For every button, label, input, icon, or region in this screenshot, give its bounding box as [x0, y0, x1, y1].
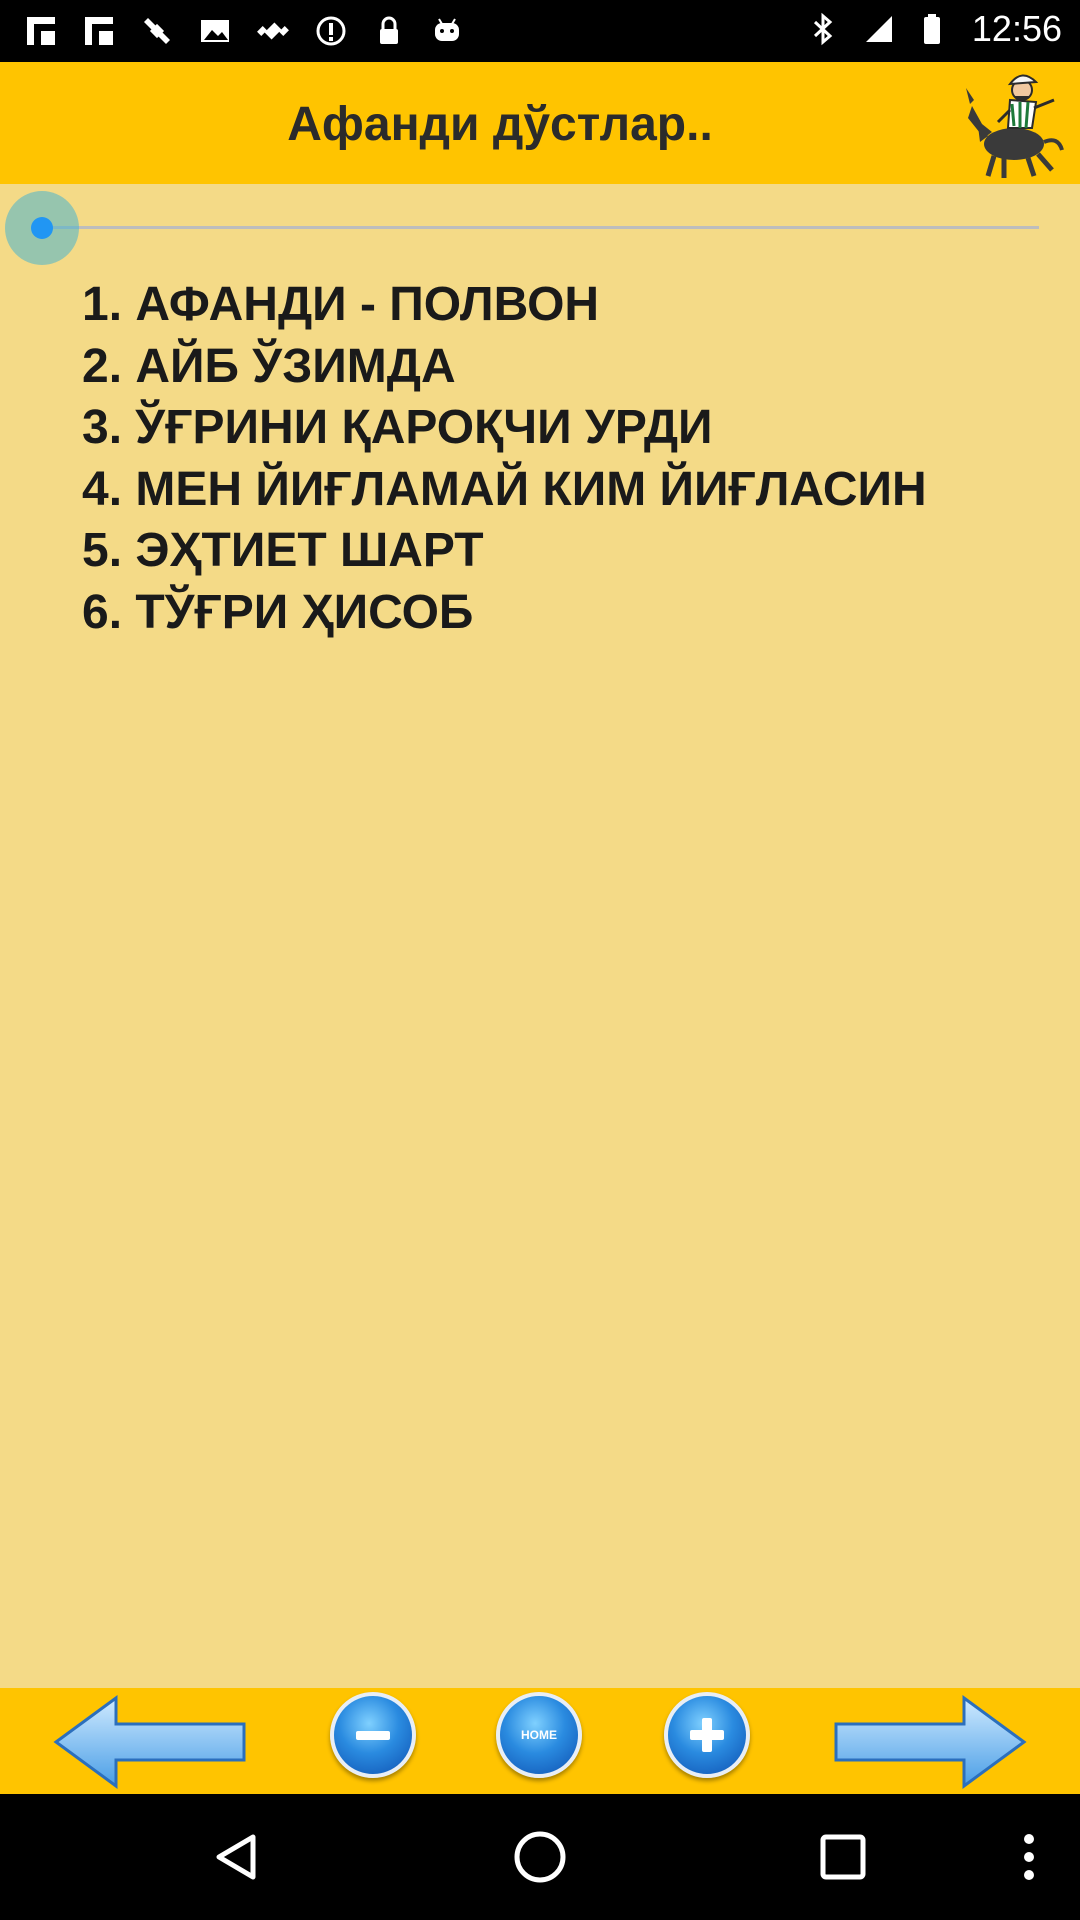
zoom-in-button[interactable] [664, 1692, 750, 1778]
afandi-donkey-logo [966, 74, 1064, 178]
android-icon [428, 12, 466, 50]
nav-home-button[interactable] [507, 1824, 573, 1890]
home-circle-icon [514, 1831, 566, 1883]
bluetooth-icon [804, 10, 842, 48]
overflow-menu-button[interactable] [996, 1824, 1062, 1890]
home-button[interactable]: HOME [496, 1692, 582, 1778]
minus-icon [356, 1730, 390, 1740]
next-button[interactable] [830, 1692, 1030, 1792]
plus-icon [690, 1718, 724, 1752]
status-time: 12:56 [971, 8, 1062, 49]
nav-back-button[interactable] [204, 1824, 270, 1890]
satellite-icon [254, 12, 292, 50]
seekbar-thumb[interactable] [31, 217, 53, 239]
flipboard-icon [80, 12, 118, 50]
story-list: 1. АФАНДИ - ПОЛВОН 2. АЙБ ЎЗИМДА 3. ЎҒРИ… [82, 274, 927, 643]
story-item-6[interactable]: 6. ТЎҒРИ ҲИСОБ [82, 582, 927, 644]
back-triangle-icon [216, 1834, 256, 1880]
status-bar: 12:56 [0, 0, 1080, 62]
flipboard-icon [22, 12, 60, 50]
previous-button[interactable] [50, 1692, 250, 1792]
fake-gps-icon [138, 12, 176, 50]
page-title: Афанди дўстлар.. [287, 98, 713, 151]
nav-recents-button[interactable] [810, 1824, 876, 1890]
recents-square-icon [820, 1834, 866, 1880]
audio-seekbar[interactable] [42, 226, 1039, 229]
story-item-2[interactable]: 2. АЙБ ЎЗИМДА [82, 336, 927, 398]
story-item-1[interactable]: 1. АФАНДИ - ПОЛВОН [82, 274, 927, 336]
story-list-panel: 1. АФАНДИ - ПОЛВОН 2. АЙБ ЎЗИМДА 3. ЎҒРИ… [0, 184, 1080, 1688]
overflow-menu-icon [1024, 1834, 1034, 1880]
left-arrow-icon [53, 1695, 246, 1789]
home-label: HOME [521, 1728, 557, 1742]
image-icon [196, 12, 234, 50]
story-item-5[interactable]: 5. ЭҲТИЕТ ШАРТ [82, 520, 927, 582]
app-header: Афанди дўстлар.. [0, 62, 1080, 184]
battery-icon [916, 10, 954, 48]
zoom-out-button[interactable] [330, 1692, 416, 1778]
story-item-3[interactable]: 3. ЎҒРИНИ ҚАРОҚЧИ УРДИ [82, 397, 927, 459]
right-arrow-icon [834, 1695, 1027, 1789]
lock-icon [370, 12, 408, 50]
info-icon [312, 12, 350, 50]
signal-icon [860, 10, 898, 48]
bottom-toolbar: HOME [0, 1688, 1080, 1794]
story-item-4[interactable]: 4. МЕН ЙИҒЛАМАЙ КИМ ЙИҒЛАСИН [82, 459, 927, 521]
system-nav-bar [0, 1794, 1080, 1920]
